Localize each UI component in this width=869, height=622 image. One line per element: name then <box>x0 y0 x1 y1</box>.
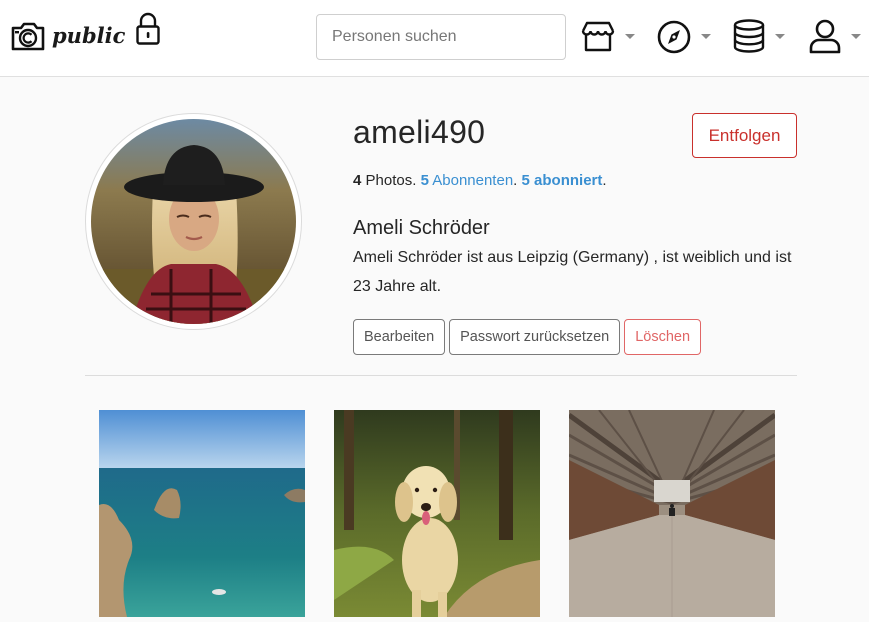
user-menu[interactable] <box>808 18 861 54</box>
chevron-down-icon <box>851 33 861 39</box>
search-input[interactable] <box>316 14 566 60</box>
following-count[interactable]: 5 <box>522 172 530 189</box>
profile-stats: 4 Photos. 5 Abonnenten. 5 abonniert. <box>353 172 607 189</box>
top-navbar: public <box>0 0 869 77</box>
following-link[interactable]: abonniert <box>534 172 602 189</box>
stats-separator: . <box>602 172 607 189</box>
stats-separator: . <box>513 172 518 189</box>
followers-count[interactable]: 5 <box>421 172 429 189</box>
camera-icon <box>11 22 45 51</box>
chevron-down-icon <box>625 33 635 39</box>
store-menu[interactable] <box>580 18 635 54</box>
photo-sea-rocks[interactable] <box>99 410 305 617</box>
profile-username: ameli490 <box>353 114 486 150</box>
chevron-down-icon <box>775 33 785 39</box>
database-menu[interactable] <box>732 18 785 54</box>
divider <box>85 375 797 376</box>
photos-count: 4 <box>353 172 362 189</box>
explore-menu[interactable] <box>656 18 711 54</box>
photos-label: Photos. <box>365 172 417 189</box>
photo-hall[interactable] <box>569 410 775 617</box>
avatar <box>85 113 302 330</box>
lock-icon[interactable] <box>135 12 161 46</box>
brand-name: public <box>52 22 126 48</box>
reset-password-button[interactable]: Passwort zurücksetzen <box>449 319 621 355</box>
profile-actions: Bearbeiten Passwort zurücksetzen Löschen <box>353 319 705 355</box>
delete-button[interactable]: Löschen <box>624 319 702 355</box>
store-icon <box>581 21 615 52</box>
compass-icon <box>657 20 691 54</box>
unfollow-button[interactable]: Entfolgen <box>692 113 797 158</box>
chevron-down-icon <box>701 33 711 39</box>
profile-full-name: Ameli Schröder <box>353 217 490 239</box>
profile-bio: Ameli Schröder ist aus Leipzig (Germany)… <box>353 249 792 295</box>
brand-link[interactable]: public <box>10 20 125 52</box>
followers-link[interactable]: Abonnenten <box>432 172 513 189</box>
user-icon <box>809 19 841 54</box>
edit-button[interactable]: Bearbeiten <box>353 319 446 355</box>
photo-dog[interactable] <box>334 410 540 617</box>
profile-photo <box>91 119 296 324</box>
database-icon <box>733 19 765 53</box>
